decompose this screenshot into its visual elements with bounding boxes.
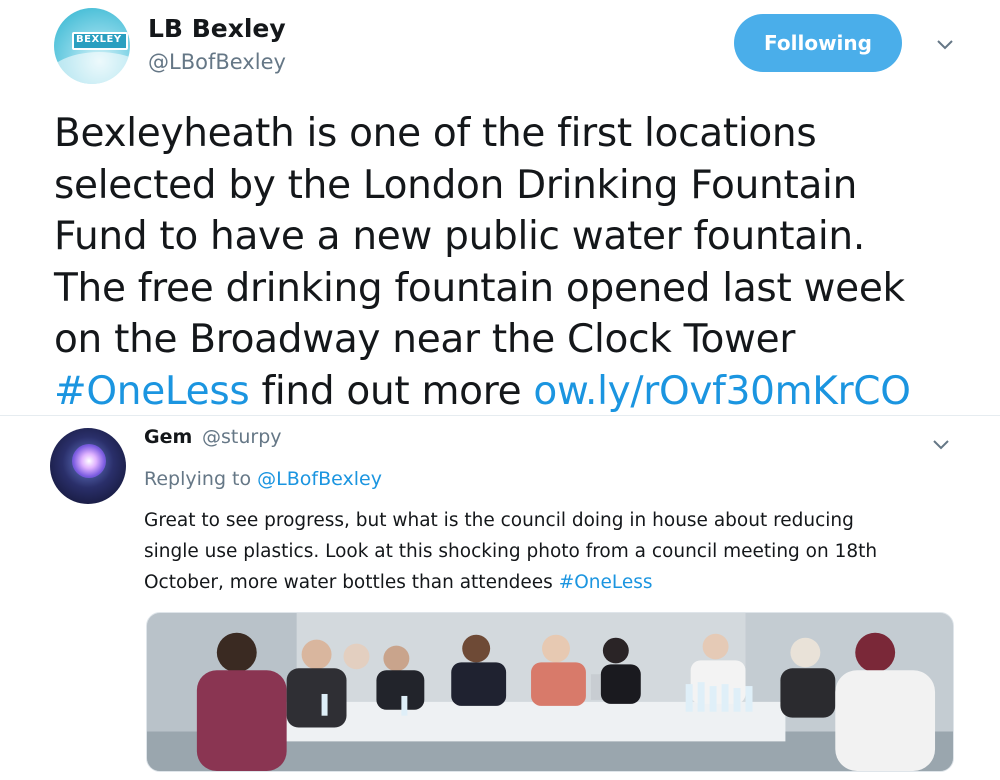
url-link[interactable]: ow.ly/rOvf30mKrCO	[533, 369, 911, 414]
user-handle[interactable]: @LBofBexley	[148, 50, 286, 74]
reply-text-line: single use plastics. Look at this shocki…	[144, 541, 878, 562]
replying-prefix: Replying to	[144, 468, 258, 490]
tweet-text-line: selected by the London Drinking Fountain	[54, 162, 858, 208]
reply-text: Great to see progress, but what is the c…	[144, 505, 944, 598]
reply-user-handle[interactable]: @sturpy	[202, 426, 282, 448]
replying-to-link[interactable]: @LBofBexley	[257, 468, 382, 490]
tweet-text-line: Bexleyheath is one of the first location…	[54, 111, 817, 156]
tweet-text: Bexleyheath is one of the first location…	[54, 108, 994, 417]
reply-text-fragment: October, more water bottles than attende…	[144, 572, 559, 593]
reply-display-name[interactable]: Gem	[144, 426, 192, 448]
meeting-photo-illustration	[147, 613, 953, 771]
gem-avatar[interactable]	[50, 428, 126, 504]
reply-text-last-line: October, more water bottles than attende…	[144, 567, 944, 598]
hashtag-link[interactable]: #OneLess	[54, 369, 250, 414]
tweet-text-fragment: find out more	[249, 368, 534, 414]
avatar-swoosh	[54, 52, 130, 84]
main-tweet: BEXLEY LB Bexley @LBofBexley Following B…	[0, 0, 1000, 415]
display-name[interactable]: LB Bexley	[148, 14, 286, 43]
meeting-photo[interactable]	[146, 612, 954, 772]
chevron-down-icon[interactable]	[934, 34, 956, 56]
tweet-text-line: on the Broadway near the Clock Tower	[54, 317, 796, 362]
avatar-logo-text: BEXLEY	[76, 34, 122, 45]
tweet-text-line: The free drinking fountain opened last w…	[54, 265, 905, 311]
following-button[interactable]: Following	[734, 14, 902, 72]
reply-text-line: Great to see progress, but what is the c…	[144, 510, 854, 531]
reply-tweet: Gem @sturpy Replying to @LBofBexley Grea…	[0, 415, 1000, 780]
replying-to: Replying to @LBofBexley	[144, 468, 382, 490]
avatar-burst	[72, 444, 106, 478]
reply-hashtag-link[interactable]: #OneLess	[559, 572, 653, 593]
chevron-down-icon[interactable]	[930, 434, 952, 456]
tweet-text-line: Fund to have a new public water fountain…	[54, 214, 865, 259]
lb-bexley-avatar[interactable]: BEXLEY	[54, 8, 130, 84]
tweet-text-last-line: #OneLess find out more ow.ly/rOvf30mKrCO	[54, 366, 994, 418]
